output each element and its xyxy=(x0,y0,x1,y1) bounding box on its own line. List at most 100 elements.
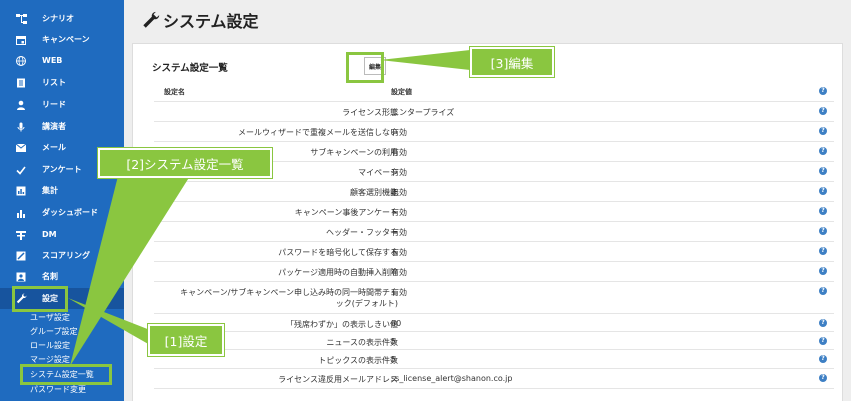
callout-settings: [1]設定 xyxy=(147,323,225,357)
sidebar-item-dm[interactable]: DM xyxy=(0,224,124,245)
setting-name: ライセンス形態 xyxy=(342,108,398,117)
sidebar-item-lead[interactable]: リード xyxy=(0,94,124,115)
sidebar-item-label: 名刺 xyxy=(42,272,58,281)
sub-item-group-settings[interactable]: グループ設定 xyxy=(30,326,78,337)
help-icon[interactable]: ? xyxy=(819,187,827,195)
table-row: メールウィザードで重複メールを送信しない 有効 ? xyxy=(154,121,834,141)
table-row: 顧客選別機能 無効 ? xyxy=(154,181,834,201)
calendar-icon xyxy=(15,34,27,46)
setting-name: メールウィザードで重複メールを送信しない xyxy=(238,128,398,137)
help-icon[interactable]: ? xyxy=(819,247,827,255)
sidebar-item-label: 講演者 xyxy=(42,122,66,131)
sidebar-item-campaign[interactable]: キャンペーン xyxy=(0,29,124,50)
setting-name: ライセンス違反用メールアドレス xyxy=(278,375,398,384)
table-row: 「残席わずか」の表示しきい値 80 ? xyxy=(154,313,834,331)
table-row: ヘッダー・フッター 有効 ? xyxy=(154,221,834,241)
sidebar-item-label: リード xyxy=(42,100,66,109)
column-header-value: 設定値 xyxy=(391,88,412,96)
setting-name: キャンペーン/サブキャンペーン申し込み時の同一時間帯チェック(デフォルト) xyxy=(180,288,398,308)
help-icon[interactable]: ? xyxy=(819,355,827,363)
globe-icon xyxy=(15,55,27,67)
table-row: パッケージ適用時の自動挿入削除 有効 ? xyxy=(154,261,834,281)
chart-icon xyxy=(15,185,27,197)
wrench-icon xyxy=(142,11,160,29)
setting-name: 顧客選別機能 xyxy=(350,188,398,197)
sidebar-item-label: アンケート xyxy=(42,165,82,174)
setting-value: 80 xyxy=(391,319,402,328)
panel-title: システム設定一覧 xyxy=(152,63,228,74)
table-row: キャンペーン/サブキャンペーン申し込み時の同一時間帯チェック(デフォルト) 有効… xyxy=(154,281,834,313)
sidebar-item-speaker[interactable]: 講演者 xyxy=(0,116,124,137)
table-row: キャンペーン事後アンケート 有効 ? xyxy=(154,201,834,221)
sidebar-item-scenario[interactable]: シナリオ xyxy=(0,8,124,29)
setting-name: パッケージ適用時の自動挿入削除 xyxy=(278,268,398,277)
setting-value: 有効 xyxy=(391,288,407,297)
table-row: パスワードを暗号化して保存する 有効 ? xyxy=(154,241,834,261)
help-icon[interactable]: ? xyxy=(819,287,827,295)
page-title: システム設定 xyxy=(142,8,259,32)
help-icon[interactable]: ? xyxy=(819,147,827,155)
help-icon[interactable]: ? xyxy=(819,87,827,95)
sidebar-item-aggregate[interactable]: 集計 xyxy=(0,180,124,201)
help-icon[interactable]: ? xyxy=(819,167,827,175)
sidebar: シナリオ キャンペーン WEB リスト リード 講演者 メール アンケート 集計… xyxy=(0,0,124,401)
page-title-text: システム設定 xyxy=(163,12,259,31)
sitemap-icon xyxy=(15,13,27,25)
help-icon[interactable]: ? xyxy=(819,374,827,382)
setting-value: エンタープライズ xyxy=(391,108,455,117)
card-icon xyxy=(15,271,27,283)
table-row xyxy=(154,388,834,401)
sidebar-item-label: リスト xyxy=(42,78,66,87)
help-icon[interactable]: ? xyxy=(819,267,827,275)
table-row: トピックスの表示件数 5 ? xyxy=(154,349,834,368)
sidebar-item-label: 集計 xyxy=(42,186,58,195)
sidebar-item-dashboard[interactable]: ダッシュボード xyxy=(0,202,124,223)
sidebar-item-label: シナリオ xyxy=(42,14,74,23)
setting-name: パスワードを暗号化して保存する xyxy=(278,248,398,257)
check-icon xyxy=(15,164,27,176)
help-icon[interactable]: ? xyxy=(819,319,827,327)
setting-value: 有効 xyxy=(391,268,407,277)
setting-value: 有効 xyxy=(391,248,407,257)
setting-name: トピックスの表示件数 xyxy=(318,356,398,365)
envelope-icon xyxy=(15,142,27,154)
user-icon xyxy=(15,99,27,111)
sidebar-item-label: WEB xyxy=(42,56,63,65)
setting-value: ss_license_alert@shanon.co.jp xyxy=(391,374,513,383)
setting-value: 有効 xyxy=(391,168,407,177)
help-icon[interactable]: ? xyxy=(819,107,827,115)
scoring-icon xyxy=(15,250,27,262)
setting-value: 5 xyxy=(391,355,397,364)
setting-value: 有効 xyxy=(391,228,407,237)
sidebar-item-label: メール xyxy=(42,143,66,152)
callout-system-settings-list: [2]システム設定一覧 xyxy=(97,147,273,179)
setting-value: 有効 xyxy=(391,208,407,217)
sidebar-item-web[interactable]: WEB xyxy=(0,50,124,71)
help-icon[interactable]: ? xyxy=(819,337,827,345)
dm-icon xyxy=(15,229,27,241)
setting-value: 5 xyxy=(391,337,397,346)
sidebar-item-label: スコアリング xyxy=(42,251,90,260)
sidebar-item-label: DM xyxy=(42,230,57,239)
setting-name: ヘッダー・フッター xyxy=(326,228,398,237)
sidebar-item-scoring[interactable]: スコアリング xyxy=(0,245,124,266)
table-row: ライセンス違反用メールアドレス ss_license_alert@shanon.… xyxy=(154,368,834,388)
sidebar-item-label: キャンペーン xyxy=(42,35,90,44)
settings-panel: システム設定一覧 編集 設定名 設定値 ? ライセンス形態 エンタープライズ ?… xyxy=(132,43,843,401)
sub-item-user-settings[interactable]: ユーザ設定 xyxy=(30,312,70,323)
table-row: ニュースの表示件数 5 ? xyxy=(154,331,834,349)
sub-item-password-change[interactable]: パスワード変更 xyxy=(30,384,86,395)
list-icon xyxy=(15,77,27,89)
highlight-settings xyxy=(12,286,68,312)
sidebar-item-list[interactable]: リスト xyxy=(0,72,124,93)
setting-value: 有効 xyxy=(391,148,407,157)
sidebar-item-business-card[interactable]: 名刺 xyxy=(0,266,124,287)
sub-item-role-settings[interactable]: ロール設定 xyxy=(30,340,70,351)
sidebar-item-label: ダッシュボード xyxy=(42,208,98,217)
help-icon[interactable]: ? xyxy=(819,207,827,215)
help-icon[interactable]: ? xyxy=(819,227,827,235)
highlight-edit-button xyxy=(346,52,384,83)
setting-value: 無効 xyxy=(391,188,407,197)
help-icon[interactable]: ? xyxy=(819,127,827,135)
microphone-icon xyxy=(15,121,27,133)
